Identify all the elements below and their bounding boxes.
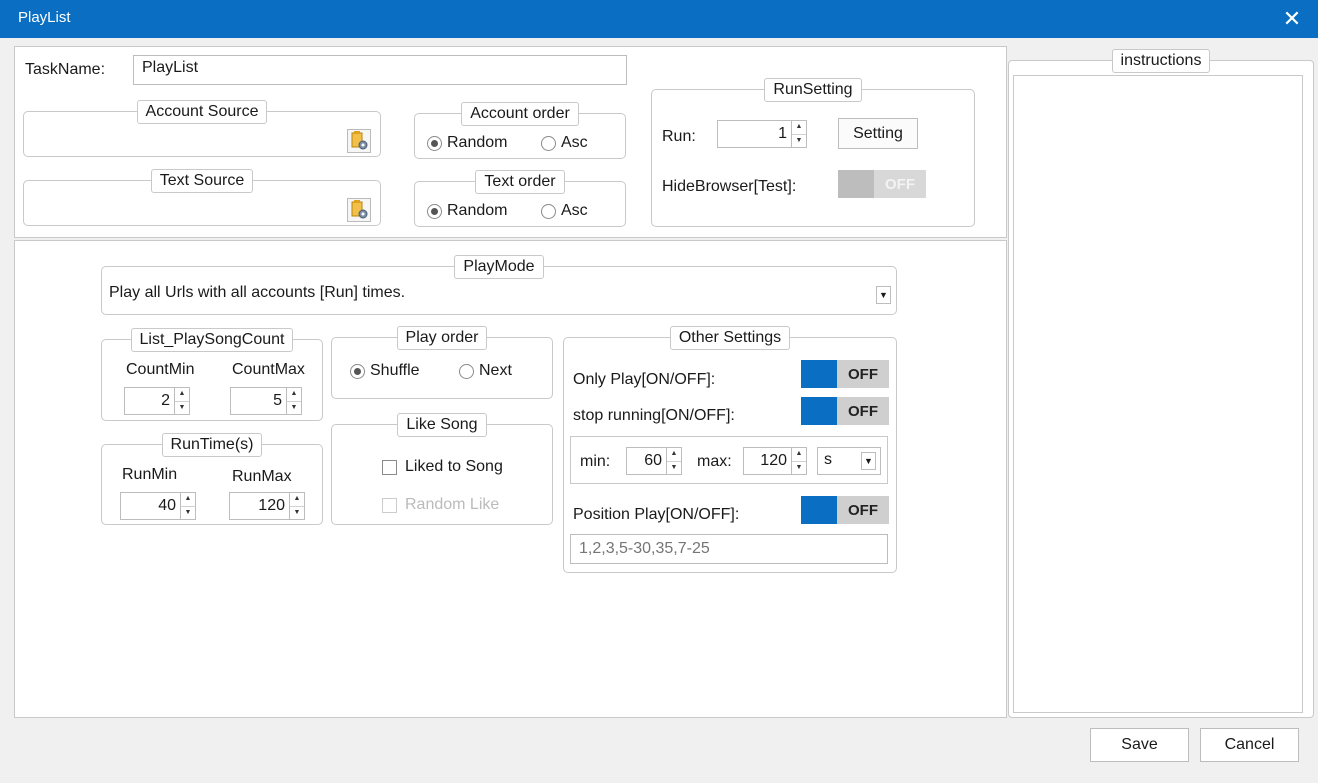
position-play-label: Position Play[ON/OFF]:: [573, 506, 740, 523]
only-play-label: Only Play[ON/OFF]:: [573, 371, 716, 388]
only-play-toggle[interactable]: OFF: [801, 360, 889, 388]
count-min-stepper[interactable]: 2 ▲ ▼: [124, 387, 190, 415]
run-min-label: RunMin: [122, 466, 178, 483]
run-max-stepper[interactable]: 120 ▲ ▼: [229, 492, 305, 520]
stop-running-toggle[interactable]: OFF: [801, 397, 889, 425]
run-setting-legend: RunSetting: [764, 78, 862, 102]
liked-to-song-checkbox[interactable]: Liked to Song: [382, 458, 503, 476]
stop-max-label: max:: [697, 453, 732, 470]
count-min-label: CountMin: [126, 361, 195, 378]
run-label: Run:: [662, 128, 696, 145]
stop-range-box: min: 60 ▲ ▼ max: 120 ▲ ▼ s ▼: [570, 436, 888, 484]
text-order-legend: Text order: [475, 170, 565, 194]
instructions-legend: instructions: [1111, 49, 1211, 73]
window-title: PlayList: [18, 9, 71, 26]
save-button[interactable]: Save: [1090, 728, 1189, 762]
stop-unit-select[interactable]: s ▼: [817, 447, 881, 475]
spin-down-icon[interactable]: ▼: [290, 505, 304, 520]
spin-down-icon[interactable]: ▼: [667, 460, 681, 475]
taskname-label: TaskName:: [25, 61, 106, 78]
text-order-random-radio[interactable]: Random: [427, 202, 507, 220]
count-max-label: CountMax: [232, 361, 305, 378]
hide-browser-toggle[interactable]: OFF: [838, 170, 926, 198]
play-order-group: Play order Shuffle Next: [331, 326, 553, 399]
checkbox-icon: [382, 459, 397, 475]
folder-settings-icon[interactable]: [347, 198, 371, 222]
account-order-legend: Account order: [461, 102, 579, 126]
run-max-label: RunMax: [232, 468, 292, 485]
playlist-window: PlayList ✕ TaskName: PlayList Account So…: [0, 0, 1318, 783]
other-settings-group: Other Settings Only Play[ON/OFF]: OFF st…: [563, 326, 897, 573]
instructions-textarea[interactable]: [1013, 75, 1303, 713]
play-mode-legend: PlayMode: [454, 255, 544, 279]
other-settings-legend: Other Settings: [669, 326, 791, 350]
like-song-legend: Like Song: [397, 413, 487, 437]
play-mode-select[interactable]: Play all Urls with all accounts [Run] ti…: [103, 281, 895, 311]
spin-up-icon[interactable]: ▲: [181, 493, 195, 506]
title-bar: PlayList ✕: [0, 0, 1318, 38]
account-source-group: Account Source: [23, 100, 381, 157]
chevron-down-icon: ▼: [876, 286, 891, 304]
spin-down-icon[interactable]: ▼: [181, 505, 195, 520]
checkbox-icon: [382, 497, 397, 513]
folder-settings-icon[interactable]: [347, 129, 371, 153]
radio-unselected-icon: [459, 363, 474, 379]
account-order-group: Account order Random Asc: [414, 102, 626, 159]
spin-up-icon[interactable]: ▲: [290, 493, 304, 506]
top-panel: TaskName: PlayList Account Source Text S…: [14, 46, 1007, 238]
account-order-asc-radio[interactable]: Asc: [541, 134, 588, 152]
list-play-song-count-group: List_PlaySongCount CountMin CountMax 2 ▲…: [101, 328, 323, 421]
run-stepper[interactable]: 1 ▲ ▼: [717, 120, 807, 148]
account-source-legend: Account Source: [136, 100, 268, 124]
position-play-input[interactable]: [570, 534, 888, 564]
radio-selected-icon: [427, 135, 442, 151]
spin-up-icon[interactable]: ▲: [175, 388, 189, 401]
spin-down-icon[interactable]: ▼: [792, 460, 806, 475]
random-like-checkbox[interactable]: Random Like: [382, 496, 499, 514]
instructions-panel: instructions: [1008, 46, 1314, 718]
taskname-input[interactable]: PlayList: [133, 55, 627, 85]
like-song-group: Like Song Liked to Song Random Like: [331, 413, 553, 525]
account-order-random-radio[interactable]: Random: [427, 134, 507, 152]
radio-selected-icon: [427, 203, 442, 219]
spin-up-icon[interactable]: ▲: [792, 448, 806, 461]
stop-running-label: stop running[ON/OFF]:: [573, 407, 735, 424]
position-play-toggle[interactable]: OFF: [801, 496, 889, 524]
instructions-group: instructions: [1008, 49, 1314, 718]
play-mode-group: PlayMode Play all Urls with all accounts…: [101, 255, 897, 315]
spin-up-icon[interactable]: ▲: [287, 388, 301, 401]
main-panel: PlayMode Play all Urls with all accounts…: [14, 240, 1007, 718]
run-setting-group: RunSetting Run: 1 ▲ ▼ Setting HideBrowser…: [651, 78, 975, 227]
play-order-next-radio[interactable]: Next: [459, 362, 512, 380]
run-time-group: RunTime(s) RunMin RunMax 40 ▲ ▼ 120 ▲ ▼: [101, 433, 323, 525]
chevron-down-icon: ▼: [861, 452, 876, 470]
stop-min-stepper[interactable]: 60 ▲ ▼: [626, 447, 682, 475]
text-order-group: Text order Random Asc: [414, 170, 626, 227]
cancel-button[interactable]: Cancel: [1200, 728, 1299, 762]
radio-selected-icon: [350, 363, 365, 379]
run-min-stepper[interactable]: 40 ▲ ▼: [120, 492, 196, 520]
play-order-legend: Play order: [396, 326, 488, 350]
text-source-group: Text Source: [23, 169, 381, 226]
radio-unselected-icon: [541, 203, 556, 219]
list-play-song-count-legend: List_PlaySongCount: [130, 328, 294, 352]
spin-down-icon[interactable]: ▼: [287, 400, 301, 415]
text-source-legend: Text Source: [150, 169, 254, 193]
play-order-shuffle-radio[interactable]: Shuffle: [350, 362, 420, 380]
radio-unselected-icon: [541, 135, 556, 151]
stop-max-stepper[interactable]: 120 ▲ ▼: [743, 447, 807, 475]
run-time-legend: RunTime(s): [161, 433, 263, 457]
hide-browser-label: HideBrowser[Test]:: [662, 178, 797, 195]
count-max-stepper[interactable]: 5 ▲ ▼: [230, 387, 302, 415]
spin-down-icon[interactable]: ▼: [175, 400, 189, 415]
stop-min-label: min:: [580, 453, 611, 470]
spin-up-icon[interactable]: ▲: [792, 121, 806, 134]
text-order-asc-radio[interactable]: Asc: [541, 202, 588, 220]
spin-up-icon[interactable]: ▲: [667, 448, 681, 461]
setting-button[interactable]: Setting: [838, 118, 918, 149]
close-icon[interactable]: ✕: [1278, 4, 1306, 34]
spin-down-icon[interactable]: ▼: [792, 133, 806, 148]
